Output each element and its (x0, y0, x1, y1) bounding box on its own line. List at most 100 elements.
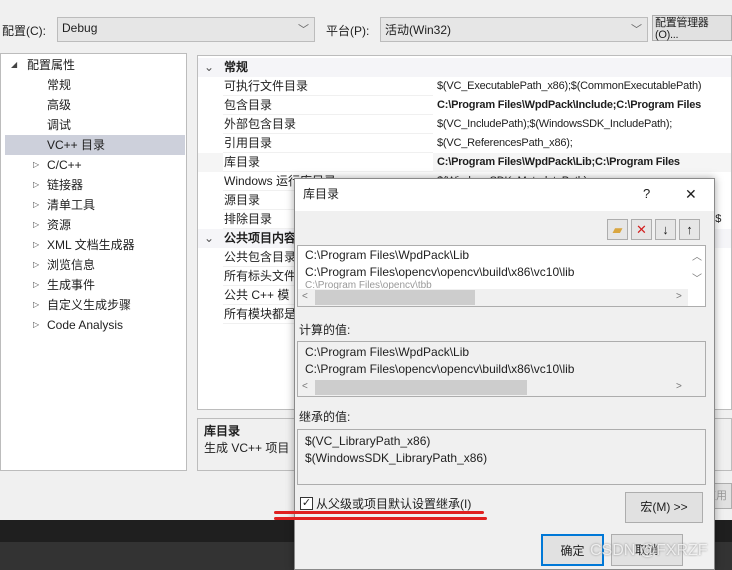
tree-group[interactable]: ▷ XML 文档生成器 (5, 235, 185, 255)
property-value[interactable]: C:\Program Files\WpdPack\Include;C:\Prog… (437, 96, 701, 115)
entry-item[interactable]: C:\Program Files\WpdPack\Lib (305, 247, 469, 264)
tree-group[interactable]: ▷ Code Analysis (5, 315, 185, 335)
tree-group[interactable]: ▷ 链接器 (5, 175, 185, 195)
expand-icon[interactable]: ▷ (33, 255, 39, 275)
tree-group-label: Code Analysis (47, 318, 124, 332)
tree-root[interactable]: ◢ 配置属性 (5, 55, 185, 75)
tree-group-label: 自定义生成步骤 (47, 298, 132, 312)
checkbox-checked-icon[interactable]: ✓ (300, 497, 313, 510)
tree-group[interactable]: ▷ 资源 (5, 215, 185, 235)
expand-icon[interactable]: ▷ (33, 155, 39, 175)
delete-icon[interactable]: ✕ (631, 219, 652, 240)
property-tree: ◢ 配置属性 常规高级调试 VC++ 目录 ▷ C/C++ ▷ 链接器 ▷ 清单工具 ▷ 资源 ▷ XM… (0, 53, 187, 471)
inherited-label: 继承的值: (299, 410, 351, 424)
annotation-underline (274, 511, 484, 514)
library-directories-dialog: 库目录 ? ✕ ▰ ✕ ↓ ↑ C:\Program Files\WpdPack… (274, 178, 715, 570)
inherited-item: $(VC_LibraryPath_x86) (305, 434, 431, 448)
property-row[interactable]: 库目录 C:\Program Files\WpdPack\Lib;C:\Progr… (198, 153, 731, 172)
move-up-icon[interactable]: ↑ (679, 219, 700, 240)
tree-item[interactable]: 调试 (5, 115, 185, 135)
platform-label: 平台(P): (326, 24, 370, 38)
tree-item[interactable]: 常规 (5, 75, 185, 95)
expand-icon[interactable]: ▷ (33, 315, 39, 335)
expand-icon[interactable]: ▷ (33, 275, 39, 295)
expand-icon[interactable]: ▷ (33, 235, 39, 255)
property-value[interactable]: C:\Program Files\WpdPack\Lib;C:\Program … (437, 153, 680, 172)
scroll-up-icon[interactable]: ︿ (692, 248, 702, 263)
scroll-thumb[interactable] (315, 290, 475, 305)
property-name: 外部包含目录 (223, 115, 433, 134)
chevron-down-icon: ﹀ (298, 24, 309, 36)
scroll-thumb[interactable] (315, 380, 527, 395)
computed-item: C:\Program Files\WpdPack\Lib (305, 345, 470, 359)
inherited-list: $(VC_LibraryPath_x86) $(WindowsSDK_Libra… (297, 429, 706, 485)
tree-item-label: VC++ 目录 (47, 138, 106, 152)
inherit-checkbox-label: 从父级或项目默认设置继承(I) (316, 497, 472, 511)
collapse-icon: ⌄ (204, 231, 215, 245)
section-label: 常规 (224, 60, 249, 74)
scroll-right-icon[interactable]: > (676, 291, 682, 302)
macros-button[interactable]: 宏(M) >> (625, 492, 703, 523)
property-value[interactable]: $(VC_IncludePath);$(WindowsSDK_IncludePa… (437, 115, 672, 134)
tree-group[interactable]: ▷ 生成事件 (5, 275, 185, 295)
property-value[interactable]: $(VC_ExecutablePath_x86);$(CommonExecuta… (437, 77, 702, 96)
scroll-left-icon[interactable]: < (302, 291, 308, 302)
property-name: 可执行文件目录 (223, 77, 433, 96)
chevron-down-icon: ﹀ (631, 24, 642, 36)
platform-combo[interactable]: 活动(Win32) ﹀ (380, 17, 648, 42)
inherit-checkbox[interactable]: ✓ 从父级或项目默认设置继承(I) (300, 495, 471, 512)
tree-item[interactable]: 高级 (5, 95, 185, 115)
expand-icon[interactable]: ▷ (33, 175, 39, 195)
new-folder-icon[interactable]: ▰ (607, 219, 628, 240)
tree-item-label: 常规 (47, 78, 72, 92)
h-scrollbar[interactable]: < > (298, 289, 688, 306)
property-row[interactable]: 外部包含目录 $(VC_IncludePath);$(WindowsSDK_Inc… (198, 115, 731, 134)
dialog-titlebar: 库目录 ? ✕ (295, 179, 714, 211)
property-value[interactable]: $(VC_ReferencesPath_x86); (437, 134, 573, 153)
tree-group[interactable]: ▷ 自定义生成步骤 (5, 295, 185, 315)
property-row[interactable]: 可执行文件目录 $(VC_ExecutablePath_x86);$(Common… (198, 77, 731, 96)
expand-icon[interactable]: ▷ (33, 295, 39, 315)
tree-group-label: 资源 (47, 218, 72, 232)
tree-item[interactable]: VC++ 目录 (5, 135, 185, 155)
annotation-underline (274, 517, 487, 520)
help-button[interactable]: ? (643, 179, 650, 209)
property-row[interactable]: 引用目录 $(VC_ReferencesPath_x86); (198, 134, 731, 153)
tree-group[interactable]: ▷ 浏览信息 (5, 255, 185, 275)
config-value: Debug (62, 21, 98, 35)
collapse-icon: ⌄ (204, 60, 215, 74)
config-label: 配置(C): (2, 24, 46, 38)
h-scrollbar[interactable]: < > (298, 379, 688, 396)
property-row[interactable]: 包含目录 C:\Program Files\WpdPack\Include;C:\… (198, 96, 731, 115)
expanded-icon: ◢ (11, 60, 18, 69)
tree-group-label: 浏览信息 (47, 258, 96, 272)
watermark: CSDN @FXRZF (590, 542, 708, 559)
property-name: 包含目录 (223, 96, 433, 115)
entries-list[interactable]: C:\Program Files\WpdPack\Lib C:\Program … (297, 245, 706, 307)
tree-item-label: 调试 (47, 118, 72, 132)
expand-icon[interactable]: ▷ (33, 215, 39, 235)
tree-group[interactable]: ▷ 清单工具 (5, 195, 185, 215)
tree-root-label: 配置属性 (27, 58, 76, 72)
config-combo[interactable]: Debug ﹀ (57, 17, 315, 42)
expand-icon[interactable]: ▷ (33, 195, 39, 215)
scroll-down-icon[interactable]: ﹀ (692, 270, 702, 285)
tree-group-label: C/C++ (47, 158, 82, 172)
config-manager-button[interactable]: 配置管理器(O)... (652, 15, 732, 41)
close-button[interactable]: ✕ (685, 179, 697, 209)
tree-item-label: 高级 (47, 98, 72, 112)
platform-value: 活动(Win32) (385, 23, 452, 37)
computed-label: 计算的值: (299, 323, 351, 337)
tree-group[interactable]: ▷ C/C++ (5, 155, 185, 175)
move-down-icon[interactable]: ↓ (655, 219, 676, 240)
tree-group-label: 清单工具 (47, 198, 96, 212)
property-name: 库目录 (223, 153, 433, 172)
property-name: 引用目录 (223, 134, 433, 153)
tree-group-label: XML 文档生成器 (47, 238, 135, 252)
tree-group-label: 链接器 (47, 178, 84, 192)
scroll-left-icon[interactable]: < (302, 381, 308, 392)
scroll-right-icon[interactable]: > (676, 381, 682, 392)
inherited-item: $(WindowsSDK_LibraryPath_x86) (305, 451, 488, 465)
section-general[interactable]: ⌄ 常规 (198, 58, 731, 77)
dialog-title: 库目录 (303, 187, 340, 201)
